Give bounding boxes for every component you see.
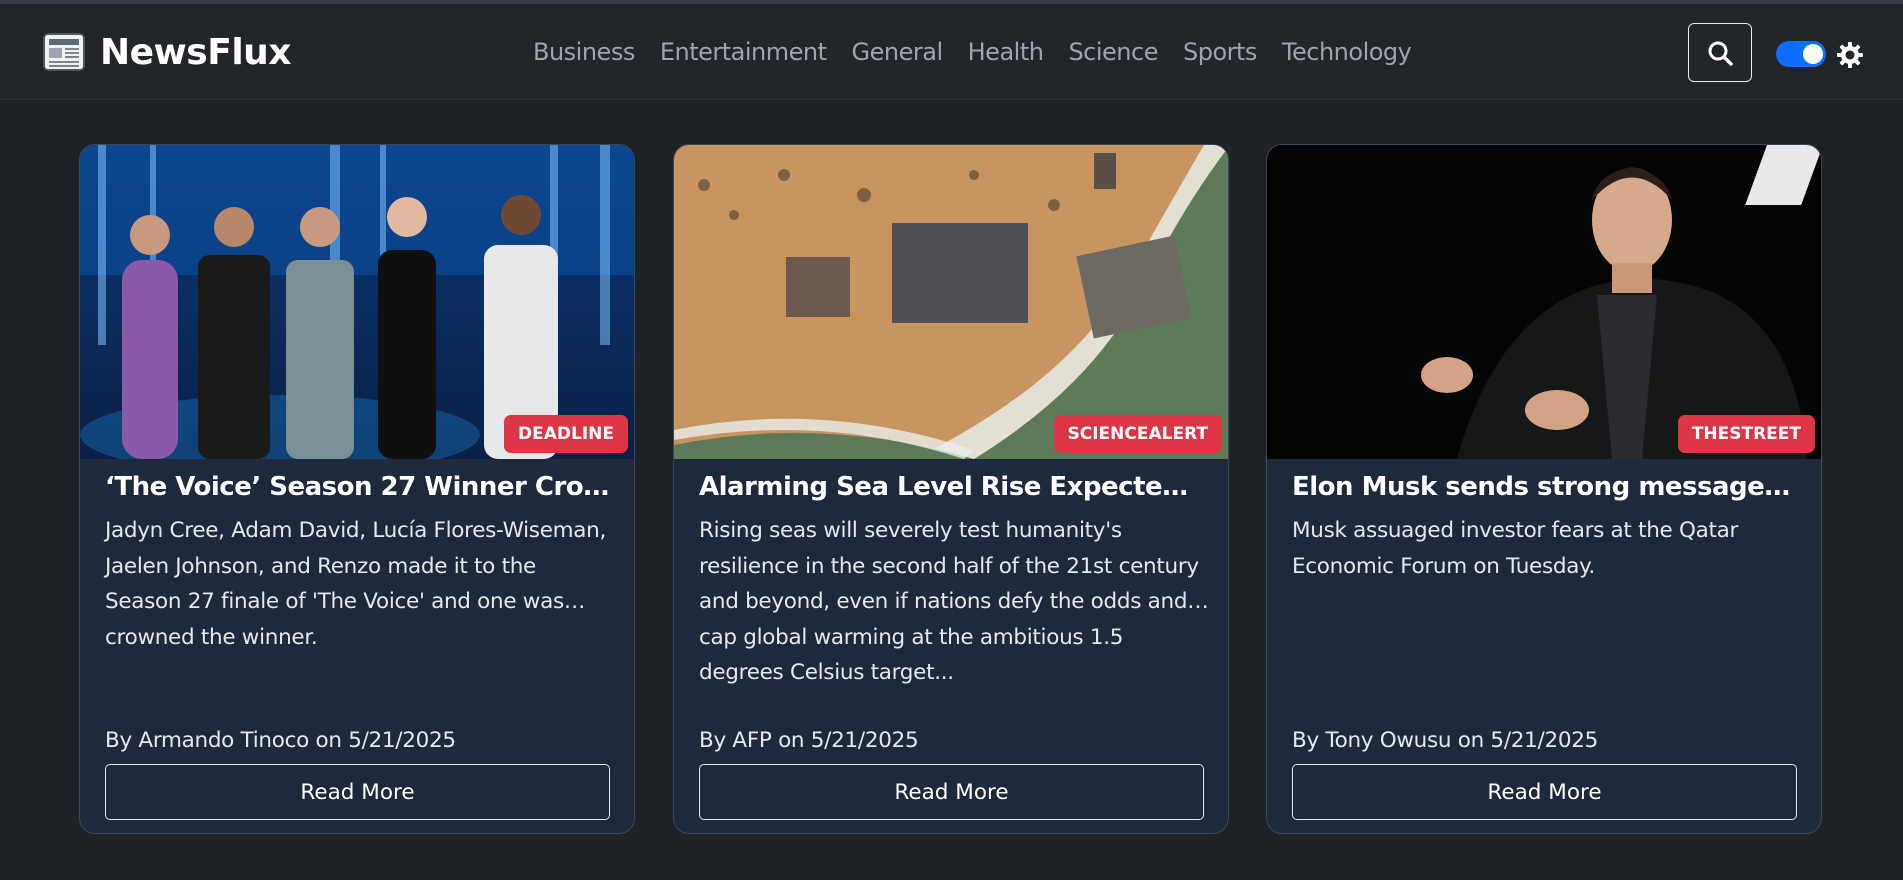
article-byline: By Tony Owusu on 5/21/2025: [1292, 728, 1598, 753]
nav-link-science[interactable]: Science: [1068, 38, 1158, 66]
nav-link-technology[interactable]: Technology: [1282, 38, 1412, 66]
news-card: DEADLINE ‘The Voice’ Season 27 Winner Cr…: [79, 144, 635, 834]
read-more-button[interactable]: Read More: [699, 764, 1204, 820]
nav-link-health[interactable]: Health: [968, 38, 1044, 66]
article-byline: By Armando Tinoco on 5/21/2025: [105, 728, 456, 753]
theme-toggle[interactable]: [1776, 41, 1826, 67]
search-icon: [1708, 41, 1733, 66]
category-nav: Business Entertainment General Health Sc…: [533, 38, 1436, 66]
news-card: SCIENCEALERT Alarming Sea Level Rise Exp…: [673, 144, 1229, 834]
source-badge: DEADLINE: [504, 415, 628, 453]
article-title[interactable]: ‘The Voice’ Season 27 Winner Crowne...: [105, 472, 611, 502]
article-image: [674, 145, 1228, 459]
nav-link-business[interactable]: Business: [533, 38, 635, 66]
brand-name: NewsFlux: [100, 31, 292, 73]
article-image: [80, 145, 634, 459]
toggle-knob: [1803, 44, 1823, 64]
article-description: Rising seas will severely test humanity'…: [699, 518, 1209, 685]
news-card: THESTREET Elon Musk sends strong message…: [1266, 144, 1822, 834]
read-more-button[interactable]: Read More: [1292, 764, 1797, 820]
article-title[interactable]: Elon Musk sends strong message to Te...: [1292, 472, 1798, 502]
source-badge: SCIENCEALERT: [1053, 415, 1222, 453]
source-badge: THESTREET: [1677, 415, 1815, 453]
gear-icon[interactable]: [1835, 40, 1865, 70]
article-title[interactable]: Alarming Sea Level Rise Expected Eve...: [699, 472, 1205, 502]
search-button[interactable]: [1688, 23, 1752, 82]
nav-link-sports[interactable]: Sports: [1183, 38, 1257, 66]
newspaper-icon: [43, 33, 85, 71]
navbar: NewsFlux Business Entertainment General …: [0, 4, 1903, 100]
nav-link-general[interactable]: General: [852, 38, 944, 66]
article-description: Musk assuaged investor fears at the Qata…: [1292, 518, 1739, 579]
article-image: [1267, 145, 1821, 459]
brand[interactable]: NewsFlux: [42, 30, 292, 74]
read-more-button[interactable]: Read More: [105, 764, 610, 820]
article-description: Jadyn Cree, Adam David, Lucía Flores-Wis…: [105, 518, 606, 650]
nav-link-entertainment[interactable]: Entertainment: [660, 38, 827, 66]
article-byline: By AFP on 5/21/2025: [699, 728, 919, 753]
